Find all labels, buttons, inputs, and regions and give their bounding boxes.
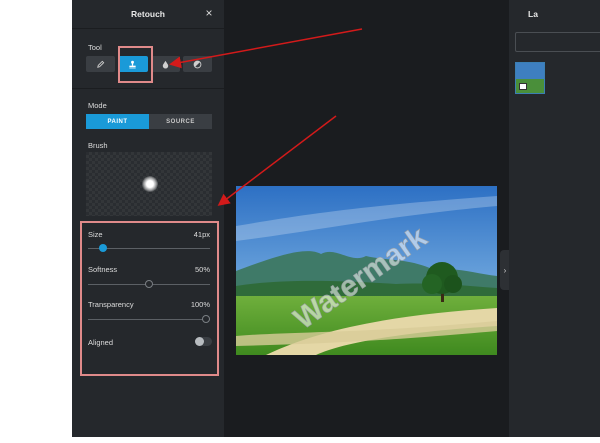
layers-action-button[interactable] — [515, 32, 600, 52]
drop-icon — [162, 60, 168, 69]
mode-toggle: PAINT SOURCE — [86, 114, 212, 129]
blur-tool-button[interactable] — [150, 56, 180, 72]
tool-label: Tool — [88, 43, 102, 52]
contrast-icon — [193, 60, 202, 68]
dodge-tool-button[interactable] — [182, 56, 212, 72]
mode-label: Mode — [88, 101, 107, 110]
brush-label: Brush — [88, 141, 108, 150]
image-icon — [519, 83, 527, 90]
paint-mode-button[interactable]: PAINT — [86, 114, 149, 129]
source-mode-button[interactable]: SOURCE — [149, 114, 212, 129]
layers-title: La — [528, 9, 538, 19]
annotation-highlight-settings — [80, 221, 219, 376]
layer-thumbnail[interactable] — [515, 62, 545, 94]
pencil-tool-button[interactable] — [86, 56, 116, 72]
panel-header: Retouch × — [72, 0, 224, 28]
brush-dot — [142, 176, 158, 192]
canvas-image[interactable]: Watermark — [236, 186, 497, 355]
close-icon[interactable]: × — [202, 6, 216, 20]
pencil-icon — [97, 60, 105, 68]
annotation-highlight-tool — [118, 46, 153, 83]
divider — [72, 88, 224, 89]
layers-panel: La — [509, 0, 600, 437]
brush-preview — [86, 152, 212, 216]
divider — [72, 28, 224, 29]
